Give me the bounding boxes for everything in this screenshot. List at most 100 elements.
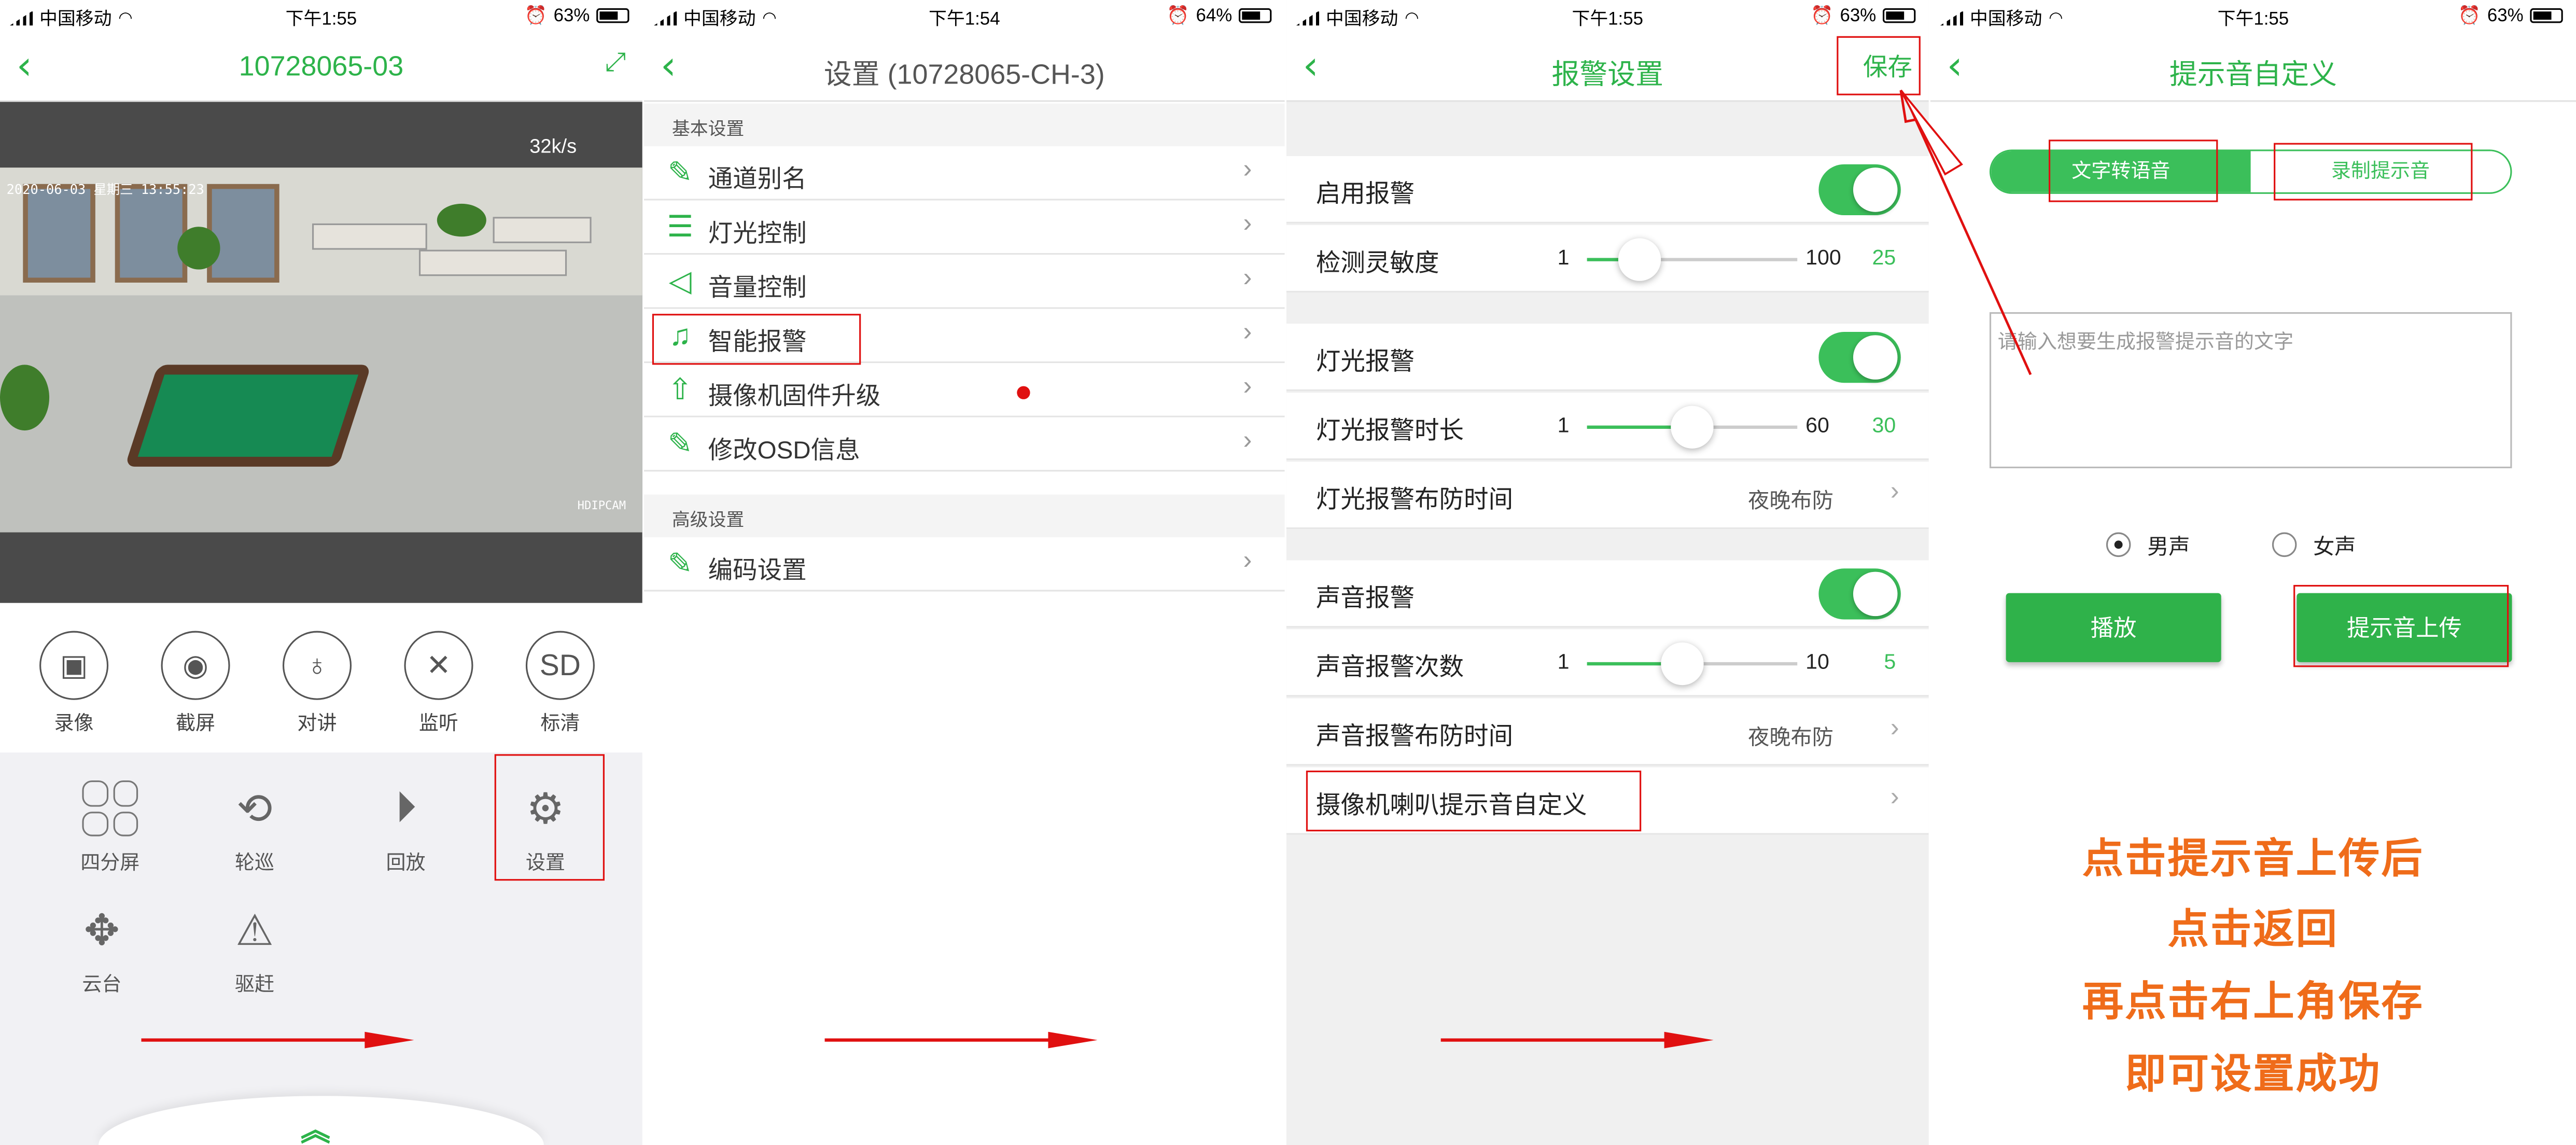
light-duration-slider[interactable]: 1 60 30	[1558, 406, 1896, 449]
red-arrow	[1440, 1038, 1671, 1042]
speaker-mute-icon: ✕	[404, 631, 473, 700]
cycle-icon: ⟲	[236, 783, 273, 832]
settings-item-light-control[interactable]: ☰ 灯光控制 ›	[644, 200, 1285, 255]
tone-text-input[interactable]: 请输入想要生成报警提示音的文字	[1989, 312, 2512, 468]
sensitivity-slider[interactable]: 1 100 25	[1558, 238, 1896, 281]
pencil-icon: ✎	[667, 547, 693, 580]
chevron-right-icon: ›	[1243, 210, 1252, 239]
item-label: 摄像机固件升级	[708, 383, 881, 411]
settings-item-firmware-upgrade[interactable]: ⇧ 摄像机固件升级 ›	[644, 363, 1285, 417]
sound-schedule-row[interactable]: 声音报警布防时间 夜晚布防 ›	[1286, 698, 1929, 766]
radio-selected-icon	[2106, 532, 2131, 557]
page-title: 报警设置	[1551, 59, 1664, 91]
sensitivity-row: 检测灵敏度 1 100 25	[1286, 225, 1929, 292]
enable-alarm-row: 启用报警	[1286, 156, 1929, 224]
battery-icon	[1882, 8, 1916, 23]
pencil-icon: ✎	[667, 156, 693, 189]
live-view-screen: 中国移动 ◠ 下午1:55 ⏰ 63% ‹ 10728065-03 ⤢ 32k/s	[0, 0, 642, 1145]
plant-shape	[177, 227, 220, 270]
nav-bar: ‹ 提示音自定义	[1930, 33, 2576, 102]
pool-table-shape	[124, 365, 372, 467]
enable-alarm-toggle[interactable]	[1818, 164, 1901, 216]
back-chevron-icon[interactable]: ‹	[17, 43, 56, 89]
chevron-right-icon: ›	[1890, 478, 1899, 506]
sound-count-slider[interactable]: 1 10 5	[1558, 642, 1896, 686]
upload-arrow-icon: ⇧	[667, 373, 693, 406]
instruction-line-1: 点击提示音上传后	[2082, 836, 2424, 883]
male-voice-option[interactable]: 男声	[2106, 529, 2190, 560]
settings-screen: 中国移动 ◠ 下午1:54 ⏰ 64% ‹ 设置 (10728065-CH-3) 基…	[644, 0, 1285, 1145]
screenshot-button[interactable]: ◉ 截屏	[146, 631, 245, 736]
plant-shape	[0, 365, 50, 431]
sound-alarm-row: 声音报警	[1286, 560, 1929, 628]
play-button[interactable]: 播放	[2006, 593, 2221, 662]
female-voice-option[interactable]: 女声	[2272, 529, 2356, 560]
settings-item-encoding[interactable]: ✎ 编码设置 ›	[644, 537, 1285, 592]
settings-item-volume-control[interactable]: ◁ 音量控制 ›	[644, 255, 1285, 309]
slider-knob[interactable]	[1660, 642, 1703, 686]
video-timestamp: 2020-06-03 星期三 13:55:23	[6, 182, 204, 198]
record-button[interactable]: ▣ 录像	[25, 631, 123, 736]
battery-percent: 63%	[1840, 6, 1877, 26]
alarm-icon: ⏰	[524, 6, 547, 26]
back-chevron-icon[interactable]: ‹	[1947, 43, 1986, 89]
row-label: 灯光报警时长	[1315, 417, 1464, 445]
siren-icon: ⚠	[235, 904, 274, 954]
quad-view-button[interactable]: 四分屏	[56, 775, 164, 875]
red-arrow-head	[365, 1031, 414, 1049]
talk-label: 对讲	[297, 711, 337, 735]
play-circle-icon: ⏵	[395, 782, 417, 832]
back-chevron-icon[interactable]: ‹	[1303, 43, 1342, 89]
save-highlight-box	[1837, 36, 1921, 95]
video-player[interactable]: 32k/s 2020-06-03 星期三 13:55:23 HDIPCAM	[0, 102, 642, 603]
record-label: 录像	[54, 711, 94, 735]
item-label: 音量控制	[708, 274, 807, 302]
instruction-line-3: 再点击右上角保存	[2082, 979, 2424, 1026]
speaker-icon: ◁	[668, 264, 692, 298]
quad-grid-icon	[82, 780, 138, 836]
light-alarm-toggle[interactable]	[1818, 332, 1901, 383]
screenshot-label: 截屏	[175, 711, 216, 735]
battery-icon	[596, 8, 629, 23]
light-schedule-row[interactable]: 灯光报警布防时间 夜晚布防 ›	[1286, 462, 1929, 529]
chevron-right-icon: ›	[1243, 264, 1252, 292]
quality-button[interactable]: SD 标清	[511, 631, 609, 736]
radio-unselected-icon	[2272, 532, 2297, 557]
section-header-basic: 基本设置	[644, 103, 1285, 146]
double-chevron-up-icon[interactable]: ︽	[301, 1115, 330, 1145]
settings-item-channel-alias[interactable]: ✎ 通道别名 ›	[644, 146, 1285, 201]
listen-button[interactable]: ✕ 监听	[389, 631, 488, 736]
item-label: 编码设置	[708, 557, 807, 585]
ptz-button[interactable]: ✥ 云台	[48, 897, 156, 997]
patrol-button[interactable]: ⟲ 轮巡	[201, 775, 309, 875]
bitrate-label: 32k/s	[529, 134, 577, 158]
status-bar: 中国移动 ◠ 下午1:55 ⏰ 63%	[1930, 0, 2576, 33]
deter-label: 驱赶	[235, 972, 275, 996]
chevron-right-icon: ›	[1243, 427, 1252, 455]
row-label: 灯光报警	[1315, 348, 1415, 376]
slider-knob[interactable]	[1671, 406, 1714, 449]
sound-alarm-toggle[interactable]	[1818, 568, 1901, 620]
listen-label: 监听	[418, 711, 458, 735]
row-label: 声音报警	[1315, 584, 1415, 613]
back-chevron-icon[interactable]: ‹	[661, 43, 700, 89]
talk-button[interactable]: ♁ 对讲	[268, 631, 366, 736]
fullscreen-icon[interactable]: ⤢	[605, 49, 626, 79]
settings-item-osd-info[interactable]: ✎ 修改OSD信息 ›	[644, 417, 1285, 472]
row-label: 灯光报警布防时间	[1315, 486, 1514, 514]
playback-button[interactable]: ⏵ 回放	[352, 775, 460, 875]
pencil-icon: ✎	[667, 427, 693, 460]
item-label: 修改OSD信息	[708, 437, 860, 465]
battery-percent: 64%	[1196, 6, 1233, 26]
battery-percent: 63%	[2487, 6, 2524, 26]
light-duration-row: 灯光报警时长 1 60 30	[1286, 393, 1929, 460]
battery-icon	[1238, 8, 1272, 23]
chevron-right-icon: ›	[1890, 715, 1899, 743]
quad-view-label: 四分屏	[80, 851, 140, 874]
deter-button[interactable]: ⚠ 驱赶	[201, 897, 309, 997]
alarm-icon: ⏰	[1167, 6, 1189, 26]
slider-knob[interactable]	[1618, 238, 1661, 281]
chevron-right-icon: ›	[1243, 373, 1252, 401]
slider-max: 60	[1805, 412, 1829, 437]
slider-value: 5	[1884, 649, 1896, 674]
